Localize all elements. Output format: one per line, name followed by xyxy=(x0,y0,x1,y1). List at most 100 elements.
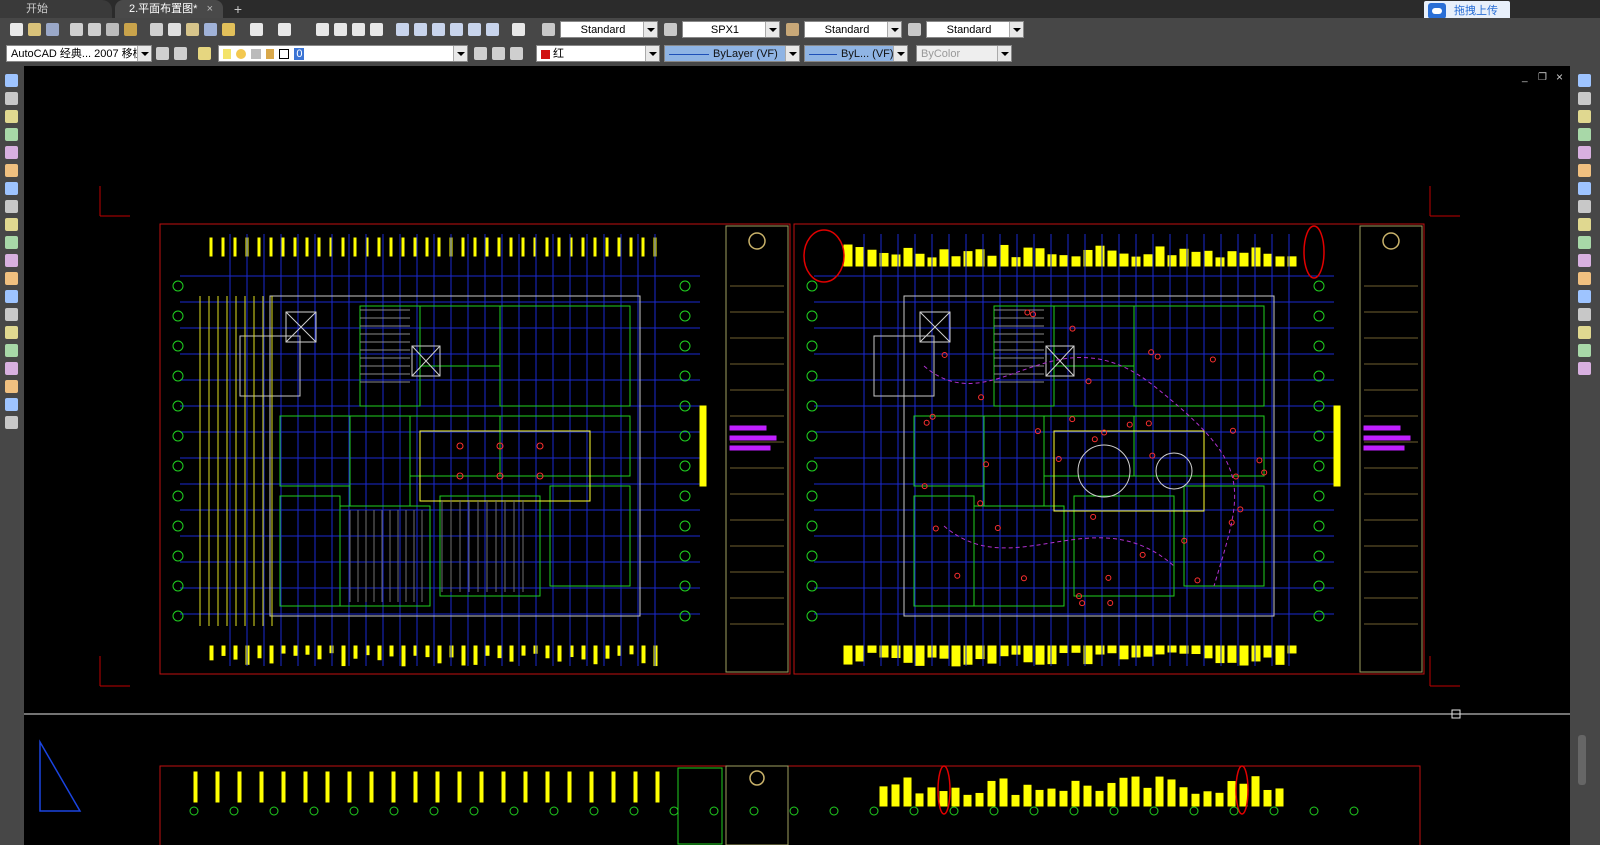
minimize-icon[interactable]: _ xyxy=(1522,72,1528,83)
design-center-icon[interactable] xyxy=(414,23,427,36)
extend-icon[interactable] xyxy=(1578,254,1591,267)
ellipse-arc-icon[interactable] xyxy=(5,254,18,267)
insert-block-icon[interactable] xyxy=(5,272,18,285)
help-icon[interactable] xyxy=(512,23,525,36)
properties-icon[interactable] xyxy=(396,23,409,36)
axis-bubble xyxy=(1313,340,1325,352)
multiline-text-icon[interactable] xyxy=(5,398,18,411)
gradient-icon[interactable] xyxy=(5,344,18,357)
new-file-icon[interactable] xyxy=(10,23,23,36)
tab-start[interactable]: 开始 xyxy=(0,0,112,18)
fillet-icon[interactable] xyxy=(1578,344,1591,357)
layer-previous-icon[interactable] xyxy=(492,47,505,60)
dimension-label xyxy=(257,237,261,257)
dim-style-icon[interactable] xyxy=(664,23,677,36)
break-at-point-icon[interactable] xyxy=(1578,272,1591,285)
polygon-icon[interactable] xyxy=(5,128,18,141)
cut-icon[interactable] xyxy=(150,23,163,36)
workspace-icon[interactable] xyxy=(174,47,187,60)
workspace-select[interactable]: AutoCAD 经典... 2007 移植 xyxy=(6,45,152,62)
close-icon[interactable]: × xyxy=(1556,70,1563,84)
print-icon[interactable] xyxy=(70,23,83,36)
close-tab-icon[interactable]: × xyxy=(207,0,213,18)
sheet-set-icon[interactable] xyxy=(450,23,463,36)
table-style-icon[interactable] xyxy=(786,23,799,36)
rotate-icon[interactable] xyxy=(1578,182,1591,195)
axis-bubble xyxy=(1109,806,1119,816)
move-icon[interactable] xyxy=(1578,164,1591,177)
pan-icon[interactable] xyxy=(316,23,329,36)
polyline-icon[interactable] xyxy=(5,110,18,123)
ellipse-icon[interactable] xyxy=(5,236,18,249)
undo-icon[interactable] xyxy=(250,23,263,36)
multileader-style-icon[interactable] xyxy=(908,23,921,36)
linetype-select[interactable]: ByLayer (VF) xyxy=(664,45,800,62)
revision-cloud-icon[interactable] xyxy=(5,200,18,213)
lineweight-preview xyxy=(809,53,837,55)
layer-select[interactable]: 0 xyxy=(218,45,468,62)
table-style-select[interactable]: Standard xyxy=(804,21,902,38)
open-file-icon[interactable] xyxy=(28,23,41,36)
gear-icon[interactable] xyxy=(156,47,169,60)
explode-icon[interactable] xyxy=(1578,362,1591,375)
tool-palettes-icon[interactable] xyxy=(432,23,445,36)
text-style-icon[interactable] xyxy=(542,23,555,36)
zoom-window-icon[interactable] xyxy=(352,23,365,36)
stretch-icon[interactable] xyxy=(1578,218,1591,231)
hatch-icon[interactable] xyxy=(5,326,18,339)
dimension-label xyxy=(193,771,198,803)
axis-bubble xyxy=(172,520,184,532)
offset-icon[interactable] xyxy=(1578,128,1591,141)
erase-icon[interactable] xyxy=(1578,74,1591,87)
dim-style-select[interactable]: SPX1 xyxy=(682,21,780,38)
text-style-select[interactable]: Standard xyxy=(560,21,658,38)
redo-icon[interactable] xyxy=(278,23,291,36)
match-properties-icon[interactable] xyxy=(222,23,235,36)
array-icon[interactable] xyxy=(1578,146,1591,159)
layer-state-icon[interactable] xyxy=(510,47,523,60)
circle-icon[interactable] xyxy=(5,182,18,195)
vertical-scrollbar[interactable] xyxy=(1578,735,1586,785)
break-icon[interactable] xyxy=(1578,290,1591,303)
region-icon[interactable] xyxy=(5,362,18,375)
table-icon[interactable] xyxy=(5,380,18,393)
join-icon[interactable] xyxy=(1578,308,1591,321)
layer-properties-icon[interactable] xyxy=(198,47,211,60)
construction-line-icon[interactable] xyxy=(5,92,18,105)
save-icon[interactable] xyxy=(46,23,59,36)
tab-drawing[interactable]: 2.平面布置图* × xyxy=(115,0,223,18)
mirror-icon[interactable] xyxy=(1578,110,1591,123)
paste-icon[interactable] xyxy=(186,23,199,36)
new-tab-button[interactable]: + xyxy=(228,0,248,18)
make-block-icon[interactable] xyxy=(5,290,18,303)
axis-bubble xyxy=(679,460,691,472)
zoom-previous-icon[interactable] xyxy=(370,23,383,36)
make-current-layer-icon[interactable] xyxy=(474,47,487,60)
3d-dwf-icon[interactable] xyxy=(124,23,137,36)
dimension-label xyxy=(485,645,490,656)
trim-icon[interactable] xyxy=(1578,236,1591,249)
print-preview-icon[interactable] xyxy=(88,23,101,36)
rectangle-icon[interactable] xyxy=(5,146,18,159)
publish-icon[interactable] xyxy=(106,23,119,36)
line-icon[interactable] xyxy=(5,74,18,87)
spline-icon[interactable] xyxy=(5,218,18,231)
block-editor-icon[interactable] xyxy=(204,23,217,36)
arc-icon[interactable] xyxy=(5,164,18,177)
chamfer-icon[interactable] xyxy=(1578,326,1591,339)
scale-icon[interactable] xyxy=(1578,200,1591,213)
copy-icon[interactable] xyxy=(1578,92,1591,105)
dimension-label xyxy=(629,237,633,257)
drawing-canvas[interactable]: _ ❐ × xyxy=(24,66,1570,845)
copy-icon[interactable] xyxy=(168,23,181,36)
lineweight-select[interactable]: ByL... (VF) xyxy=(804,45,908,62)
dimension-label xyxy=(545,645,550,659)
add-selected-icon[interactable] xyxy=(5,416,18,429)
zoom-realtime-icon[interactable] xyxy=(334,23,347,36)
color-select[interactable]: 红 xyxy=(536,45,660,62)
point-icon[interactable] xyxy=(5,308,18,321)
multileader-style-select[interactable]: Standard xyxy=(926,21,1024,38)
markup-icon[interactable] xyxy=(468,23,481,36)
restore-icon[interactable]: ❐ xyxy=(1538,72,1547,83)
quickcalc-icon[interactable] xyxy=(486,23,499,36)
